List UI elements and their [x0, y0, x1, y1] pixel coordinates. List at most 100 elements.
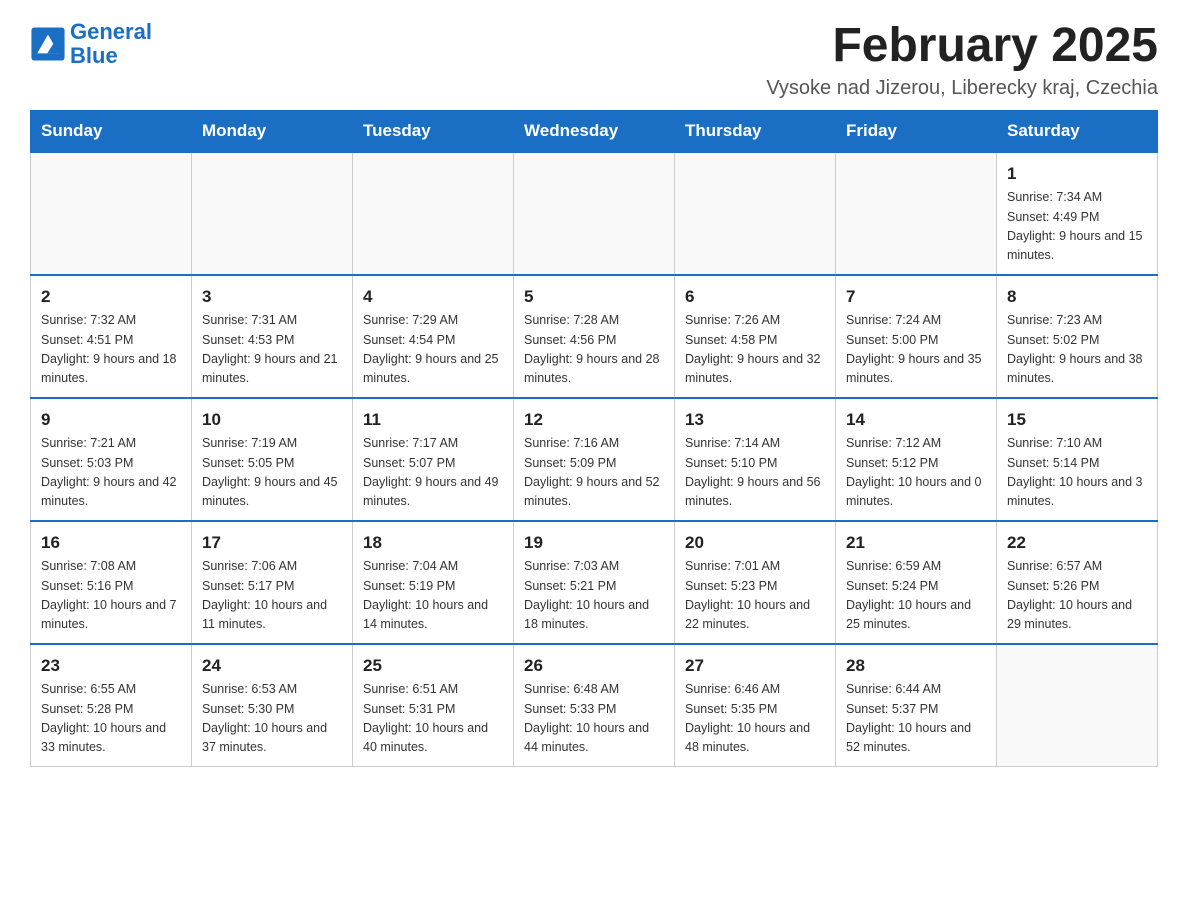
- day-info: Sunrise: 6:53 AM Sunset: 5:30 PM Dayligh…: [202, 680, 342, 758]
- week-row-1: 1Sunrise: 7:34 AM Sunset: 4:49 PM Daylig…: [31, 152, 1158, 275]
- calendar-cell: [353, 152, 514, 275]
- calendar-cell: [192, 152, 353, 275]
- day-info: Sunrise: 7:10 AM Sunset: 5:14 PM Dayligh…: [1007, 434, 1147, 512]
- day-number: 9: [41, 407, 181, 433]
- calendar-cell: 6Sunrise: 7:26 AM Sunset: 4:58 PM Daylig…: [675, 275, 836, 398]
- day-info: Sunrise: 7:26 AM Sunset: 4:58 PM Dayligh…: [685, 311, 825, 389]
- week-row-4: 16Sunrise: 7:08 AM Sunset: 5:16 PM Dayli…: [31, 521, 1158, 644]
- calendar-cell: 17Sunrise: 7:06 AM Sunset: 5:17 PM Dayli…: [192, 521, 353, 644]
- calendar-cell: 4Sunrise: 7:29 AM Sunset: 4:54 PM Daylig…: [353, 275, 514, 398]
- calendar-cell: [997, 644, 1158, 767]
- calendar-cell: 27Sunrise: 6:46 AM Sunset: 5:35 PM Dayli…: [675, 644, 836, 767]
- day-number: 4: [363, 284, 503, 310]
- calendar-cell: 26Sunrise: 6:48 AM Sunset: 5:33 PM Dayli…: [514, 644, 675, 767]
- day-number: 21: [846, 530, 986, 556]
- day-number: 13: [685, 407, 825, 433]
- day-info: Sunrise: 6:48 AM Sunset: 5:33 PM Dayligh…: [524, 680, 664, 758]
- location-title: Vysoke nad Jizerou, Liberecky kraj, Czec…: [766, 77, 1158, 100]
- day-number: 23: [41, 653, 181, 679]
- day-number: 7: [846, 284, 986, 310]
- day-number: 24: [202, 653, 342, 679]
- col-header-wednesday: Wednesday: [514, 110, 675, 152]
- day-number: 14: [846, 407, 986, 433]
- day-number: 11: [363, 407, 503, 433]
- calendar-cell: 20Sunrise: 7:01 AM Sunset: 5:23 PM Dayli…: [675, 521, 836, 644]
- day-number: 18: [363, 530, 503, 556]
- col-header-tuesday: Tuesday: [353, 110, 514, 152]
- calendar-table: SundayMondayTuesdayWednesdayThursdayFrid…: [30, 110, 1158, 767]
- day-info: Sunrise: 7:12 AM Sunset: 5:12 PM Dayligh…: [846, 434, 986, 512]
- page-header: General Blue February 2025 Vysoke nad Ji…: [30, 20, 1158, 100]
- calendar-cell: 19Sunrise: 7:03 AM Sunset: 5:21 PM Dayli…: [514, 521, 675, 644]
- calendar-header-row: SundayMondayTuesdayWednesdayThursdayFrid…: [31, 110, 1158, 152]
- col-header-sunday: Sunday: [31, 110, 192, 152]
- day-number: 2: [41, 284, 181, 310]
- day-info: Sunrise: 7:29 AM Sunset: 4:54 PM Dayligh…: [363, 311, 503, 389]
- calendar-cell: 28Sunrise: 6:44 AM Sunset: 5:37 PM Dayli…: [836, 644, 997, 767]
- day-info: Sunrise: 7:17 AM Sunset: 5:07 PM Dayligh…: [363, 434, 503, 512]
- day-number: 22: [1007, 530, 1147, 556]
- day-number: 8: [1007, 284, 1147, 310]
- logo-icon: [30, 26, 66, 62]
- calendar-cell: [31, 152, 192, 275]
- calendar-cell: 13Sunrise: 7:14 AM Sunset: 5:10 PM Dayli…: [675, 398, 836, 521]
- calendar-cell: 24Sunrise: 6:53 AM Sunset: 5:30 PM Dayli…: [192, 644, 353, 767]
- calendar-cell: 16Sunrise: 7:08 AM Sunset: 5:16 PM Dayli…: [31, 521, 192, 644]
- day-info: Sunrise: 6:59 AM Sunset: 5:24 PM Dayligh…: [846, 557, 986, 635]
- day-info: Sunrise: 7:34 AM Sunset: 4:49 PM Dayligh…: [1007, 188, 1147, 266]
- calendar-cell: 18Sunrise: 7:04 AM Sunset: 5:19 PM Dayli…: [353, 521, 514, 644]
- day-info: Sunrise: 7:31 AM Sunset: 4:53 PM Dayligh…: [202, 311, 342, 389]
- calendar-cell: [514, 152, 675, 275]
- calendar-cell: 2Sunrise: 7:32 AM Sunset: 4:51 PM Daylig…: [31, 275, 192, 398]
- day-number: 16: [41, 530, 181, 556]
- day-number: 12: [524, 407, 664, 433]
- day-number: 15: [1007, 407, 1147, 433]
- day-info: Sunrise: 7:04 AM Sunset: 5:19 PM Dayligh…: [363, 557, 503, 635]
- day-info: Sunrise: 7:03 AM Sunset: 5:21 PM Dayligh…: [524, 557, 664, 635]
- calendar-cell: 23Sunrise: 6:55 AM Sunset: 5:28 PM Dayli…: [31, 644, 192, 767]
- col-header-friday: Friday: [836, 110, 997, 152]
- logo-area: General Blue: [30, 20, 152, 68]
- week-row-5: 23Sunrise: 6:55 AM Sunset: 5:28 PM Dayli…: [31, 644, 1158, 767]
- calendar-cell: [836, 152, 997, 275]
- day-number: 1: [1007, 161, 1147, 187]
- calendar-cell: 7Sunrise: 7:24 AM Sunset: 5:00 PM Daylig…: [836, 275, 997, 398]
- calendar-cell: 1Sunrise: 7:34 AM Sunset: 4:49 PM Daylig…: [997, 152, 1158, 275]
- calendar-cell: [675, 152, 836, 275]
- calendar-cell: 3Sunrise: 7:31 AM Sunset: 4:53 PM Daylig…: [192, 275, 353, 398]
- day-number: 10: [202, 407, 342, 433]
- day-number: 6: [685, 284, 825, 310]
- calendar-cell: 25Sunrise: 6:51 AM Sunset: 5:31 PM Dayli…: [353, 644, 514, 767]
- day-info: Sunrise: 6:44 AM Sunset: 5:37 PM Dayligh…: [846, 680, 986, 758]
- day-number: 20: [685, 530, 825, 556]
- logo-general-text: General: [70, 19, 152, 44]
- logo-text: General Blue: [70, 20, 152, 68]
- day-info: Sunrise: 7:23 AM Sunset: 5:02 PM Dayligh…: [1007, 311, 1147, 389]
- calendar-cell: 8Sunrise: 7:23 AM Sunset: 5:02 PM Daylig…: [997, 275, 1158, 398]
- col-header-monday: Monday: [192, 110, 353, 152]
- day-info: Sunrise: 7:28 AM Sunset: 4:56 PM Dayligh…: [524, 311, 664, 389]
- day-number: 3: [202, 284, 342, 310]
- day-info: Sunrise: 7:14 AM Sunset: 5:10 PM Dayligh…: [685, 434, 825, 512]
- title-area: February 2025 Vysoke nad Jizerou, Libere…: [766, 20, 1158, 100]
- day-info: Sunrise: 7:32 AM Sunset: 4:51 PM Dayligh…: [41, 311, 181, 389]
- day-info: Sunrise: 7:01 AM Sunset: 5:23 PM Dayligh…: [685, 557, 825, 635]
- calendar-cell: 14Sunrise: 7:12 AM Sunset: 5:12 PM Dayli…: [836, 398, 997, 521]
- day-info: Sunrise: 7:24 AM Sunset: 5:00 PM Dayligh…: [846, 311, 986, 389]
- logo-blue-text: Blue: [70, 43, 118, 68]
- calendar-cell: 12Sunrise: 7:16 AM Sunset: 5:09 PM Dayli…: [514, 398, 675, 521]
- month-title: February 2025: [766, 20, 1158, 73]
- day-info: Sunrise: 6:57 AM Sunset: 5:26 PM Dayligh…: [1007, 557, 1147, 635]
- day-info: Sunrise: 7:19 AM Sunset: 5:05 PM Dayligh…: [202, 434, 342, 512]
- calendar-cell: 22Sunrise: 6:57 AM Sunset: 5:26 PM Dayli…: [997, 521, 1158, 644]
- day-info: Sunrise: 7:06 AM Sunset: 5:17 PM Dayligh…: [202, 557, 342, 635]
- calendar-cell: 10Sunrise: 7:19 AM Sunset: 5:05 PM Dayli…: [192, 398, 353, 521]
- calendar-cell: 21Sunrise: 6:59 AM Sunset: 5:24 PM Dayli…: [836, 521, 997, 644]
- day-number: 19: [524, 530, 664, 556]
- day-number: 27: [685, 653, 825, 679]
- calendar-cell: 11Sunrise: 7:17 AM Sunset: 5:07 PM Dayli…: [353, 398, 514, 521]
- week-row-3: 9Sunrise: 7:21 AM Sunset: 5:03 PM Daylig…: [31, 398, 1158, 521]
- calendar-cell: 5Sunrise: 7:28 AM Sunset: 4:56 PM Daylig…: [514, 275, 675, 398]
- day-info: Sunrise: 7:16 AM Sunset: 5:09 PM Dayligh…: [524, 434, 664, 512]
- day-number: 28: [846, 653, 986, 679]
